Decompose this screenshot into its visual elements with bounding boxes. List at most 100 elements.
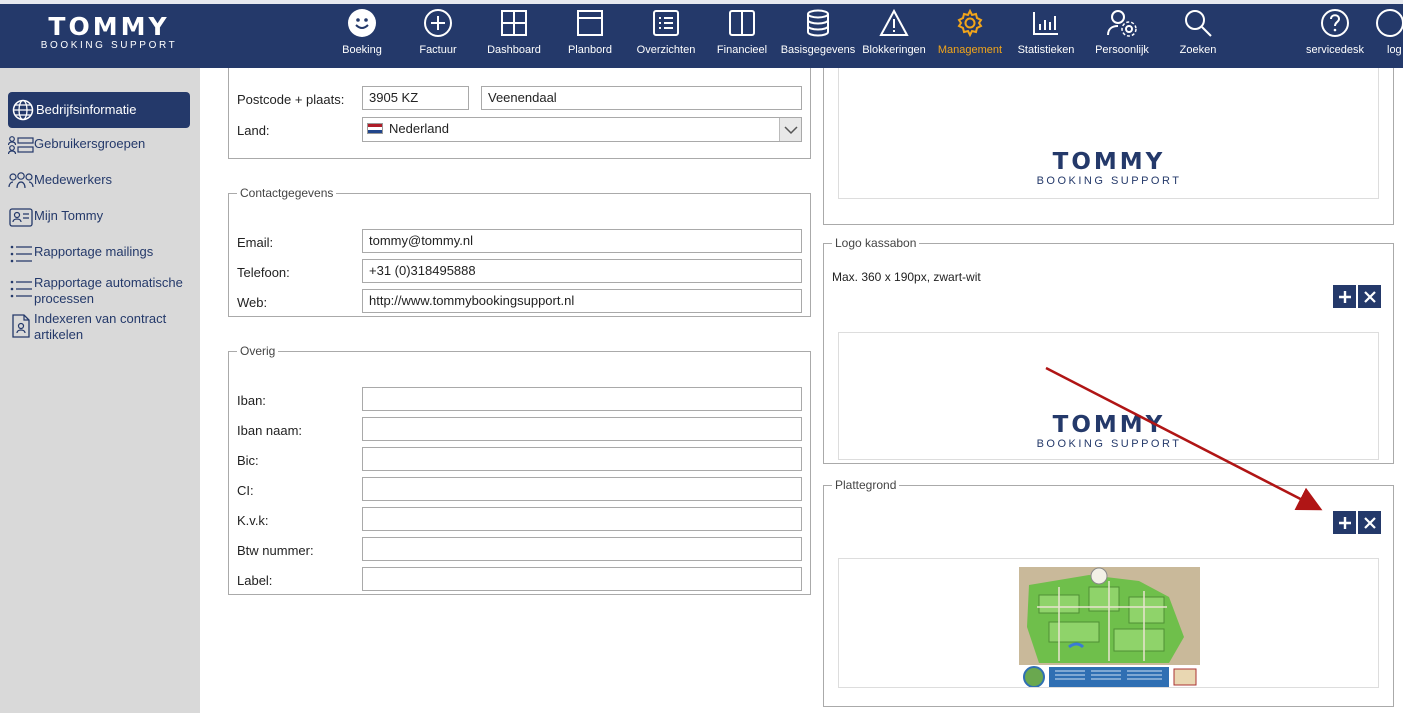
sidebar-item-label: Rapportage automatische processen (34, 275, 183, 306)
label-field[interactable] (362, 567, 802, 591)
ci-label: CI: (237, 483, 254, 498)
plus-circle-icon (424, 9, 452, 37)
smiley-icon (348, 9, 376, 37)
label-label: Label: (237, 573, 273, 588)
sidebar-item-gebruikersgroepen[interactable]: Gebruikersgroepen (8, 136, 190, 156)
remove-logo-kassabon-button[interactable] (1358, 285, 1381, 308)
sidebar: Bedrijfsinformatie Gebruikersgroepen Med… (0, 68, 200, 713)
other-section: Overig Iban: Iban naam: Bic: CI: K.v.k: … (228, 344, 811, 595)
globe-icon (10, 99, 36, 121)
close-icon (1363, 516, 1376, 529)
postcode-label: Postcode + plaats: (237, 92, 345, 107)
country-select[interactable]: Nederland (362, 117, 802, 142)
book-icon (729, 10, 755, 36)
plus-icon (1338, 516, 1351, 529)
document-user-icon (8, 311, 34, 338)
list-icon (653, 10, 679, 36)
phone-field[interactable]: +31 (0)318495888 (362, 259, 802, 283)
sidebar-item-bedrijfsinformatie[interactable]: Bedrijfsinformatie (8, 92, 190, 128)
id-card-icon (8, 208, 34, 228)
nav-logout[interactable]: log (1375, 8, 1403, 56)
email-label: Email: (237, 235, 274, 250)
tommy-logo-image: TOMMY BOOKING SUPPORT (1009, 413, 1209, 451)
nav-label: Dashboard (487, 44, 541, 56)
list-icon (8, 275, 34, 299)
logo-kassabon-section: Logo kassabon Max. 360 x 190px, zwart-wi… (823, 236, 1394, 464)
email-field[interactable]: tommy@tommy.nl (362, 229, 802, 253)
plattegrond-section: Plattegrond (823, 478, 1394, 707)
top-navigation-bar: TOMMY BOOKING SUPPORT Boeking Factuur Da… (0, 0, 1403, 68)
bar-chart-icon (1033, 12, 1058, 35)
nav-persoonlijk[interactable]: Persoonlijk (1082, 8, 1162, 56)
add-logo-kassabon-button[interactable] (1333, 285, 1356, 308)
top-strip (0, 0, 1403, 4)
dashboard-icon (501, 10, 527, 36)
nav-blokkeringen[interactable]: Blokkeringen (854, 8, 934, 56)
chevron-down-icon[interactable] (779, 118, 801, 141)
gear-icon (957, 8, 983, 38)
sidebar-item-mijn-tommy[interactable]: Mijn Tommy (8, 208, 190, 228)
sidebar-item-rapportage-automatische-processen[interactable]: Rapportage automatische processen (8, 275, 190, 307)
web-label: Web: (237, 295, 268, 310)
logo-section: TOMMY BOOKING SUPPORT (823, 68, 1394, 225)
iban-naam-field[interactable] (362, 417, 802, 441)
bic-label: Bic: (237, 453, 259, 468)
nav-label: Boeking (342, 44, 382, 56)
user-groups-icon (8, 136, 34, 156)
sidebar-item-indexeren[interactable]: Indexeren van contract artikelen (8, 311, 190, 343)
nav-factuur[interactable]: Factuur (398, 8, 478, 56)
sidebar-item-label: Medewerkers (34, 172, 113, 187)
nav-label: log (1387, 44, 1402, 56)
nav-boeking[interactable]: Boeking (322, 8, 402, 56)
logo-kassabon-legend: Logo kassabon (835, 236, 917, 250)
country-value: Nederland (389, 121, 449, 136)
user-gear-icon (1107, 10, 1137, 37)
nav-dashboard[interactable]: Dashboard (474, 8, 554, 56)
logo-name: TOMMY (1052, 412, 1166, 438)
nav-statistieken[interactable]: Statistieken (1006, 8, 1086, 56)
kvk-field[interactable] (362, 507, 802, 531)
ci-field[interactable] (362, 477, 802, 501)
contact-legend: Contactgegevens (240, 186, 334, 200)
city-input[interactable]: Veenendaal (481, 86, 802, 110)
phone-label: Telefoon: (237, 265, 290, 280)
iban-naam-label: Iban naam: (237, 423, 303, 438)
sidebar-item-rapportage-mailings[interactable]: Rapportage mailings (8, 244, 190, 264)
nav-financieel[interactable]: Financieel (702, 8, 782, 56)
nav-planbord[interactable]: Planbord (550, 8, 630, 56)
address-section: Postcode + plaats: 3905 KZ Veenendaal La… (228, 68, 811, 159)
nav-overzichten[interactable]: Overzichten (626, 8, 706, 56)
netherlands-flag-icon (367, 123, 383, 134)
warning-icon (879, 8, 909, 36)
logo-tagline: BOOKING SUPPORT (1036, 438, 1182, 450)
bic-field[interactable] (362, 447, 802, 471)
other-legend: Overig (240, 344, 276, 358)
add-plattegrond-button[interactable] (1333, 511, 1356, 534)
btw-label: Btw nummer: (237, 543, 314, 558)
nav-label: Financieel (716, 44, 768, 56)
search-icon (1185, 10, 1212, 37)
nav-label: Persoonlijk (1095, 44, 1149, 56)
nav-management[interactable]: Management (930, 8, 1010, 56)
nav-label: Management (937, 44, 1003, 56)
country-label: Land: (237, 123, 270, 138)
logo-kassabon-note: Max. 360 x 190px, zwart-wit (832, 270, 981, 284)
tommy-logo-image: TOMMY BOOKING SUPPORT (1009, 150, 1209, 188)
list-icon (8, 244, 34, 264)
nav-servicedesk[interactable]: servicedesk (1295, 8, 1375, 56)
sidebar-item-medewerkers[interactable]: Medewerkers (8, 172, 190, 192)
brand-logo[interactable]: TOMMY BOOKING SUPPORT (24, 14, 194, 52)
remove-plattegrond-button[interactable] (1358, 511, 1381, 534)
iban-field[interactable] (362, 387, 802, 411)
planbord-icon (577, 10, 603, 36)
plattegrond-preview (838, 558, 1379, 688)
web-field[interactable]: http://www.tommybookingsupport.nl (362, 289, 802, 313)
nav-label: Overzichten (636, 44, 696, 56)
logo-tagline: BOOKING SUPPORT (1036, 175, 1182, 187)
nav-basisgegevens[interactable]: Basisgegevens (778, 8, 858, 56)
nav-zoeken[interactable]: Zoeken (1158, 8, 1238, 56)
nav-label: Basisgegevens (780, 44, 856, 56)
sidebar-item-label: Indexeren van contract artikelen (34, 311, 167, 342)
postcode-input[interactable]: 3905 KZ (362, 86, 469, 110)
btw-field[interactable] (362, 537, 802, 561)
